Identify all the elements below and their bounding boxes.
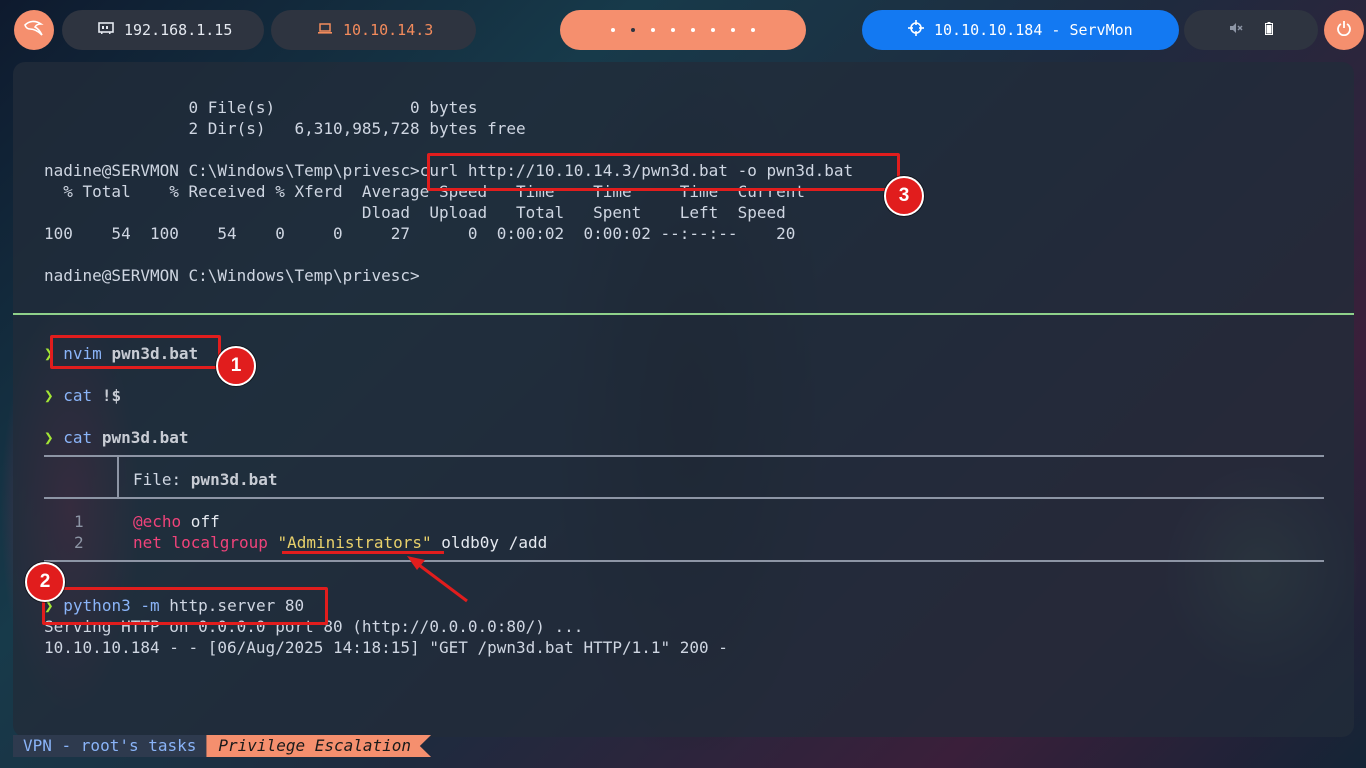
vpn-ip-text: 10.10.14.3: [343, 21, 434, 39]
battery-icon[interactable]: [1265, 21, 1273, 39]
kali-menu-button[interactable]: [14, 10, 54, 50]
highlight-curl-command: [427, 153, 900, 191]
step-badge-1: 1: [216, 346, 256, 386]
workspace-dot[interactable]: [671, 28, 675, 32]
crosshair-icon: [908, 20, 924, 40]
annotation-arrow-icon: [407, 556, 468, 603]
bat-line-2: net localgroup "Administrators" oldb0y /…: [133, 533, 548, 552]
target-widget[interactable]: 10.10.10.184 - ServMon: [862, 10, 1179, 50]
bat-border-bottom: [44, 560, 1324, 562]
kali-dragon-icon: [23, 19, 45, 41]
mute-icon[interactable]: [1229, 22, 1243, 38]
server-output-line: 10.10.10.184 - - [06/Aug/2025 14:18:15] …: [44, 638, 728, 657]
tmux-status-bar: VPN - root's tasks Privilege Escalation: [13, 735, 432, 757]
local-ip-widget[interactable]: 192.168.1.15: [62, 10, 264, 50]
system-tray: [1184, 10, 1318, 50]
highlight-python-server: [42, 587, 328, 625]
network-card-icon: [98, 21, 114, 39]
workspace-dot[interactable]: [611, 28, 615, 32]
top-bar: 192.168.1.15 10.10.14.3 10.10.10.184 - S…: [0, 10, 1366, 50]
workspace-switcher[interactable]: [560, 10, 806, 50]
power-icon: [1336, 20, 1352, 40]
terminal-line: 0 File(s) 0 bytes: [44, 98, 478, 117]
power-button[interactable]: [1324, 10, 1364, 50]
local-ip-text: 192.168.1.15: [124, 21, 233, 39]
highlight-nvim-command: [50, 335, 221, 369]
step-badge-3: 3: [884, 176, 924, 216]
workspace-dot[interactable]: [711, 28, 715, 32]
tab-vpn-tasks[interactable]: VPN - root's tasks: [13, 735, 207, 757]
workspace-dot[interactable]: [731, 28, 735, 32]
target-text: 10.10.10.184 - ServMon: [934, 21, 1133, 39]
workspace-dot[interactable]: [691, 28, 695, 32]
bat-border-mid: [44, 497, 1324, 499]
command-line-cat: ❯ cat pwn3d.bat: [44, 428, 189, 447]
command-line-cat-last: ❯ cat !$: [44, 386, 122, 405]
bat-line-number: 1: [74, 512, 84, 531]
workspace-dot[interactable]: [651, 28, 655, 32]
bat-border-top: [44, 455, 1324, 457]
pane-divider: [13, 313, 1354, 315]
terminal-line: 2 Dir(s) 6,310,985,728 bytes free: [44, 119, 526, 138]
workspace-dot-active[interactable]: [631, 28, 635, 32]
bat-line-number: 2: [74, 533, 84, 552]
terminal-line: 100 54 100 54 0 0 27 0 0:00:02 0:00:02 -…: [44, 224, 796, 243]
bat-line-1: @echo off: [133, 512, 220, 531]
tab-privilege-escalation[interactable]: Privilege Escalation: [206, 735, 432, 757]
terminal-line: nadine@SERVMON C:\Windows\Temp\privesc>: [44, 266, 420, 285]
terminal-line: Dload Upload Total Spent Left Speed: [44, 203, 786, 222]
vpn-ip-widget[interactable]: 10.10.14.3: [271, 10, 476, 50]
workspace-dot[interactable]: [751, 28, 755, 32]
step-badge-2: 2: [25, 562, 65, 602]
bat-file-header: File: pwn3d.bat: [133, 470, 278, 489]
bat-gutter-line: [117, 457, 119, 497]
laptop-icon: [317, 21, 333, 39]
